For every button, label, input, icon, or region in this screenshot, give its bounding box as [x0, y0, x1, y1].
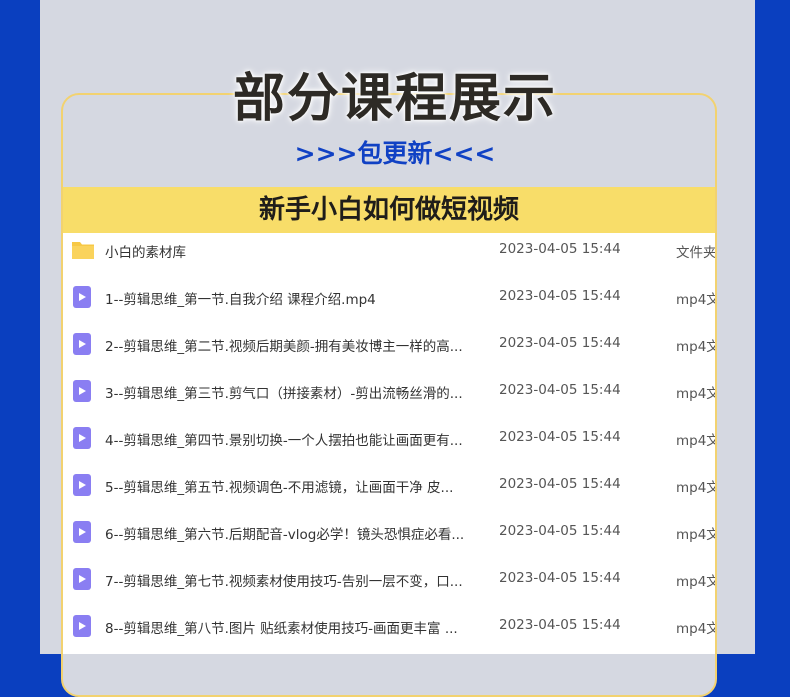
file-row-video[interactable]: 8--剪辑思维_第八节.图片 贴纸素材使用技巧-画面更丰富 ... 2023-0… — [63, 609, 715, 654]
file-row-video[interactable]: 4--剪辑思维_第四节.景别切换-一个人摆拍也能让画面更有... 2023-04… — [63, 421, 715, 468]
section-header: 新手小白如何做短视频 — [63, 187, 715, 233]
file-name: 6--剪辑思维_第六节.后期配音-vlog必学！镜头恐惧症必看... — [105, 527, 465, 543]
file-type: mp4文 — [676, 574, 715, 590]
file-date: 2023-04-05 15:44 — [499, 241, 621, 257]
file-row-video[interactable]: 3--剪辑思维_第三节.剪气口（拼接素材）-剪出流畅丝滑的... 2023-04… — [63, 374, 715, 421]
file-type: mp4文 — [676, 292, 715, 308]
folder-icon — [71, 239, 94, 261]
file-list: 小白的素材库 2023-04-05 15:44 文件夹 1--剪辑思维_第一节.… — [63, 233, 715, 654]
file-date: 2023-04-05 15:44 — [499, 429, 621, 445]
file-row-folder[interactable]: 小白的素材库 2023-04-05 15:44 文件夹 — [63, 233, 715, 280]
file-date: 2023-04-05 15:44 — [499, 523, 621, 539]
file-row-video[interactable]: 2--剪辑思维_第二节.视频后期美颜-拥有美妆博主一样的高... 2023-04… — [63, 327, 715, 374]
file-name: 1--剪辑思维_第一节.自我介绍 课程介绍.mp4 — [105, 292, 376, 308]
video-file-icon — [71, 521, 93, 543]
file-name: 小白的素材库 — [105, 245, 186, 261]
file-type: mp4文 — [676, 621, 715, 637]
file-name: 8--剪辑思维_第八节.图片 贴纸素材使用技巧-画面更丰富 ... — [105, 621, 458, 637]
file-name: 4--剪辑思维_第四节.景别切换-一个人摆拍也能让画面更有... — [105, 433, 463, 449]
file-name: 5--剪辑思维_第五节.视频调色-不用滤镜，让画面干净 皮... — [105, 480, 454, 496]
file-date: 2023-04-05 15:44 — [499, 335, 621, 351]
file-row-video[interactable]: 1--剪辑思维_第一节.自我介绍 课程介绍.mp4 2023-04-05 15:… — [63, 280, 715, 327]
file-row-video[interactable]: 5--剪辑思维_第五节.视频调色-不用滤镜，让画面干净 皮... 2023-04… — [63, 468, 715, 515]
video-file-icon — [71, 286, 93, 308]
file-name: 3--剪辑思维_第三节.剪气口（拼接素材）-剪出流畅丝滑的... — [105, 386, 463, 402]
page-title: 部分课程展示 — [232, 69, 557, 129]
file-type: mp4文 — [676, 339, 715, 355]
file-date: 2023-04-05 15:44 — [499, 570, 621, 586]
file-date: 2023-04-05 15:44 — [499, 617, 621, 633]
video-file-icon — [71, 380, 93, 402]
update-subtitle: >>>包更新<<< — [294, 139, 496, 168]
file-type: mp4文 — [676, 433, 715, 449]
video-file-icon — [71, 615, 93, 637]
video-file-icon — [71, 568, 93, 590]
video-file-icon — [71, 333, 93, 355]
file-date: 2023-04-05 15:44 — [499, 382, 621, 398]
file-row-video[interactable]: 6--剪辑思维_第六节.后期配音-vlog必学！镜头恐惧症必看... 2023-… — [63, 515, 715, 562]
section-heading: 新手小白如何做短视频 — [258, 195, 519, 225]
file-type: mp4文 — [676, 527, 715, 543]
file-date: 2023-04-05 15:44 — [499, 476, 621, 492]
video-file-icon — [71, 427, 93, 449]
file-name: 2--剪辑思维_第二节.视频后期美颜-拥有美妆博主一样的高... — [105, 339, 463, 355]
file-type: 文件夹 — [676, 245, 715, 261]
file-type: mp4文 — [676, 386, 715, 402]
video-file-icon — [71, 474, 93, 496]
file-row-video[interactable]: 7--剪辑思维_第七节.视频素材使用技巧-告别一层不变，口... 2023-04… — [63, 562, 715, 609]
file-date: 2023-04-05 15:44 — [499, 288, 621, 304]
file-type: mp4文 — [676, 480, 715, 496]
file-name: 7--剪辑思维_第七节.视频素材使用技巧-告别一层不变，口... — [105, 574, 463, 590]
